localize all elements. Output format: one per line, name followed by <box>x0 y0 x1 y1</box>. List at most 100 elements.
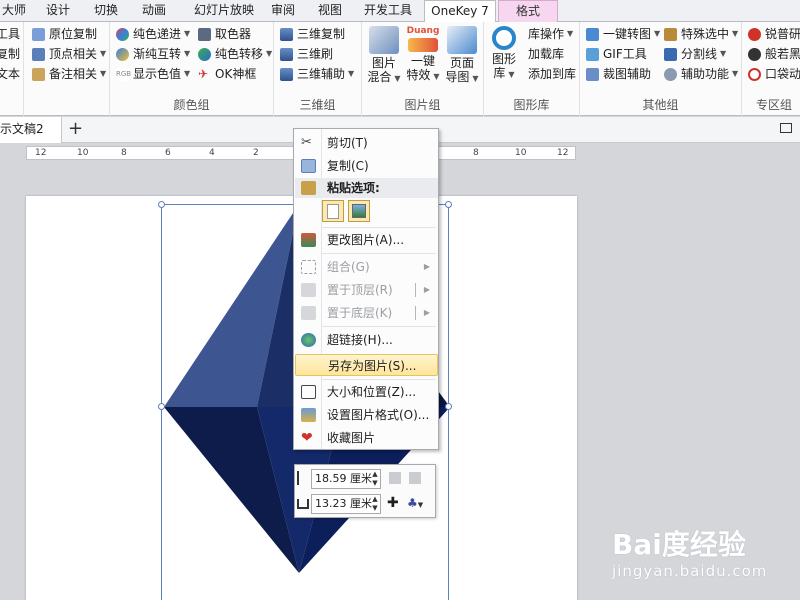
add-tab-button[interactable]: + <box>68 118 83 140</box>
ribbon-item-color-transfer[interactable]: 纯色转移 ▼ <box>198 44 272 64</box>
tab-developer[interactable]: 开发工具 <box>360 0 416 22</box>
submenu-arrow-icon: ▶ <box>423 262 430 271</box>
group-label-color: 颜色组 <box>173 98 210 112</box>
vertex-icon <box>32 47 45 61</box>
send-backward-icon[interactable] <box>409 472 421 484</box>
restore-window-icon[interactable] <box>780 123 792 133</box>
ribbon-group-color: 纯色递进 ▼ 渐纯互转 ▼ RGB 显示色值 ▼ 取色器 纯色转移 ▼ ✈ OK神框 颜… <box>110 22 274 116</box>
ribbon-item-color-picker[interactable]: 取色器 <box>198 24 251 44</box>
ribbon-item-3d-brush[interactable]: 三维刷 <box>280 44 333 64</box>
menu-item-cut[interactable]: ✂ 剪切(T) <box>295 132 438 154</box>
menu-item-size-position[interactable]: 大小和位置(Z)... <box>295 381 438 403</box>
group-label-partner: 专区组 <box>756 98 793 112</box>
crop-icon[interactable]: ✚ <box>387 495 399 511</box>
tab-slideshow[interactable]: 幻灯片放映 <box>184 0 264 22</box>
page-image-icon <box>447 26 477 54</box>
ribbon-group-partner: 锐普研 般若黑 口袋动 专区组 <box>742 22 800 116</box>
format-picture-icon <box>301 408 316 422</box>
menu-item-group[interactable]: 组合(G) ▶ <box>295 256 438 278</box>
ruler-tick: 8 <box>121 148 127 158</box>
paste-icon <box>301 181 316 195</box>
ribbon-item-special-select[interactable]: 特殊选中 ▼ <box>664 24 738 44</box>
ribbon-item-add-to-lib[interactable]: 添加到库 <box>528 64 576 84</box>
ribbon-item-inplace-copy[interactable]: 原位复制 <box>32 24 97 44</box>
ribbon-item-text[interactable]: 文本 <box>0 64 20 84</box>
tab-transitions[interactable]: 切换 <box>86 0 126 22</box>
gear-icon <box>664 67 677 81</box>
ribbon-item-lib-ops[interactable]: 库操作 ▼ <box>528 24 573 44</box>
paste-as-picture-button[interactable] <box>348 200 370 222</box>
page-to-image-button[interactable]: 页面 导图 ▼ <box>444 24 480 86</box>
onekey-effect-button[interactable]: Duang 一键 特效 ▼ <box>404 24 442 84</box>
tab-format[interactable]: 格式 <box>498 0 558 22</box>
size-position-icon <box>301 385 316 399</box>
menu-item-bring-to-front[interactable]: 置于顶层(R) ▶ <box>295 279 438 301</box>
ruler-tick: 10 <box>77 148 89 158</box>
resize-handle-middle-left[interactable] <box>158 403 165 410</box>
copy-icon <box>301 159 316 173</box>
paste-keep-formatting-button[interactable] <box>322 200 344 222</box>
bring-forward-icon[interactable] <box>389 472 401 484</box>
ribbon-item-solid-gradient[interactable]: 纯色递进 ▼ <box>116 24 190 44</box>
menu-item-save-as-picture[interactable]: 另存为图片(S)... <box>295 354 438 376</box>
document-tab[interactable]: 示文稿2 <box>0 117 62 143</box>
3d-copy-icon <box>280 27 293 41</box>
scissors-icon: ✂ <box>301 135 312 150</box>
height-spinner[interactable]: 18.59 厘米 ▲ ▼ <box>311 469 381 489</box>
ribbon-item-divider-line[interactable]: 分割线 ▼ <box>664 44 726 64</box>
tab-onekey7[interactable]: OneKey 7 <box>424 0 496 23</box>
tab-view[interactable]: 视图 <box>310 0 350 22</box>
ribbon-item-gif-tool[interactable]: GIF工具 <box>586 44 647 64</box>
gif-icon <box>586 47 599 61</box>
divider-icon <box>664 47 677 61</box>
image-mix-button[interactable]: 图片 混合 ▼ <box>366 24 402 86</box>
menu-item-format-picture[interactable]: 设置图片格式(O)... <box>295 404 438 426</box>
menu-item-send-to-back[interactable]: 置于底层(K) ▶ <box>295 302 438 324</box>
ribbon-group-image: 图片 混合 ▼ Duang 一键 特效 ▼ 页面 导图 ▼ 图片组 <box>362 22 484 116</box>
tab-animations[interactable]: 动画 <box>134 0 174 22</box>
shape-lib-button[interactable]: 图形 库 ▼ <box>488 24 520 82</box>
menu-item-hyperlink[interactable]: 超链接(H)... <box>295 329 438 351</box>
ribbon-item-load-lib[interactable]: 加载库 <box>528 44 564 64</box>
spinner-arrows-icon[interactable]: ▲ ▼ <box>371 495 379 513</box>
color-transfer-icon <box>198 47 211 61</box>
resize-handle-top-right[interactable] <box>445 201 452 208</box>
ribbon-group-3d: 三维复制 三维刷 三维辅助 ▼ 三维组 <box>274 22 362 116</box>
tab-design[interactable]: 设计 <box>38 0 78 22</box>
group-label-other: 其他组 <box>642 98 679 112</box>
ribbon-item-3d-copy[interactable]: 三维复制 <box>280 24 345 44</box>
ribbon-item-copy[interactable]: 复制 <box>0 44 20 64</box>
ribbon-item-banruo[interactable]: 般若黑 <box>748 44 800 64</box>
ribbon-item-vertex[interactable]: 顶点相关 ▼ <box>32 44 106 64</box>
ribbon-item-onekey-to-image[interactable]: 一键转图 ▼ <box>586 24 660 44</box>
width-spinner[interactable]: 13.23 厘米 ▲ ▼ <box>311 494 381 514</box>
ribbon-item-notes[interactable]: 备注相关 ▼ <box>32 64 106 84</box>
resize-handle-top-left[interactable] <box>158 201 165 208</box>
ribbon-item-ruipu[interactable]: 锐普研 <box>748 24 800 44</box>
ribbon-item-ok-frame[interactable]: ✈ OK神框 <box>198 64 256 84</box>
menu-item-change-picture[interactable]: 更改图片(A)... <box>295 229 438 251</box>
picture-style-icon[interactable]: ♣▼ <box>407 495 423 513</box>
globe-link-icon <box>301 333 316 347</box>
size-mini-toolbar: 18.59 厘米 ▲ ▼ 13.23 厘米 ▲ ▼ ✚ ♣▼ <box>294 464 436 518</box>
ribbon-item-tools[interactable]: 工具 <box>0 24 20 44</box>
ribbon-item-3d-assist[interactable]: 三维辅助 ▼ <box>280 64 354 84</box>
group-label-shape-lib: 图形库 <box>513 98 550 112</box>
crop-icon <box>586 67 599 81</box>
menu-item-copy[interactable]: 复制(C) <box>295 155 438 177</box>
banruo-icon <box>748 47 761 61</box>
resize-handle-middle-right[interactable] <box>445 403 452 410</box>
ribbon-item-show-color[interactable]: RGB 显示色值 ▼ <box>116 64 190 84</box>
ruler-tick: 12 <box>557 148 569 158</box>
ribbon-group-partial: 工具 复制 文本 <box>0 22 24 116</box>
spinner-arrows-icon[interactable]: ▲ ▼ <box>371 470 379 488</box>
tab-master[interactable]: 大师 <box>0 0 32 22</box>
ribbon-item-pocket[interactable]: 口袋动 <box>748 64 800 84</box>
width-icon <box>297 499 309 509</box>
ribbon-item-crop-assist[interactable]: 裁图辅助 <box>586 64 651 84</box>
tab-review[interactable]: 审阅 <box>268 0 298 22</box>
ribbon-item-assist-functions[interactable]: 辅助功能 ▼ <box>664 64 738 84</box>
ribbon-item-gradient-swap[interactable]: 渐纯互转 ▼ <box>116 44 190 64</box>
ruler-tick: 12 <box>35 148 47 158</box>
menu-item-favorite-picture[interactable]: ❤ 收藏图片 <box>295 427 438 449</box>
